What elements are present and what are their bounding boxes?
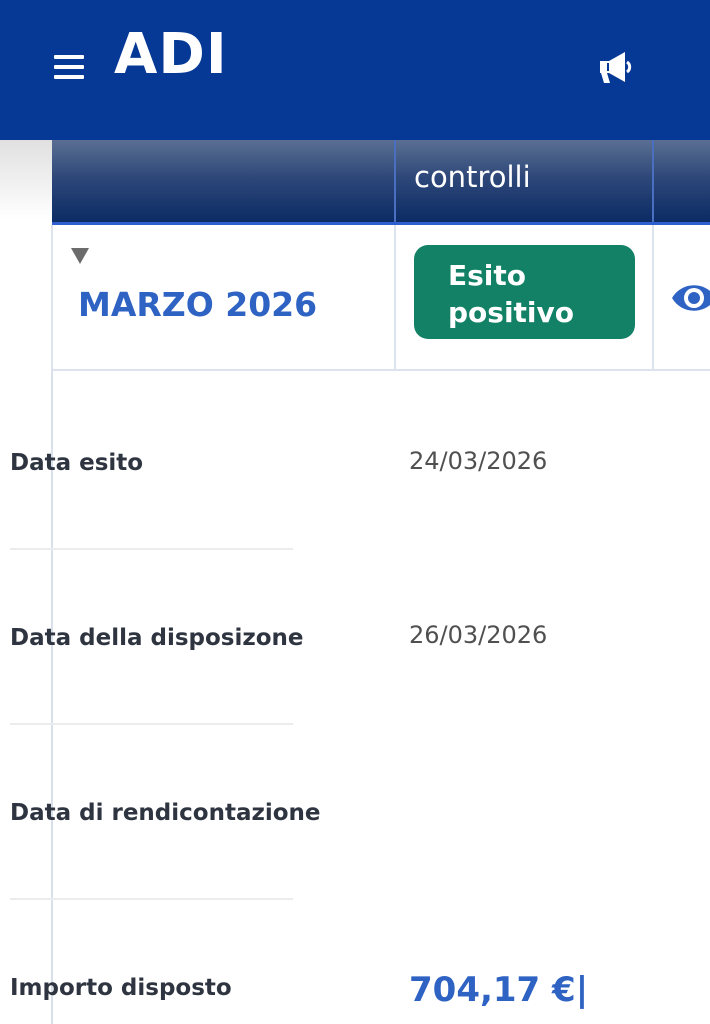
table-left-shadow bbox=[0, 140, 52, 220]
label-data-disposizione: Data della disposizone bbox=[10, 625, 304, 651]
header-column-separator bbox=[652, 140, 654, 224]
row-border bbox=[652, 225, 654, 371]
table-header bbox=[52, 140, 710, 224]
month-label[interactable]: MARZO 2026 bbox=[78, 285, 317, 324]
value-data-disposizione: 26/03/2026 bbox=[409, 621, 548, 649]
detail-divider bbox=[10, 723, 293, 725]
detail-divider bbox=[10, 548, 293, 550]
hamburger-menu-icon[interactable] bbox=[54, 55, 84, 79]
value-data-esito: 24/03/2026 bbox=[409, 447, 548, 475]
detail-divider bbox=[10, 898, 293, 900]
header-bottom-border bbox=[52, 222, 710, 225]
row-bottom-border bbox=[51, 369, 710, 371]
value-importo-disposto: 704,17 €| bbox=[409, 970, 589, 1010]
row-border bbox=[51, 225, 53, 371]
megaphone-icon[interactable] bbox=[596, 50, 636, 84]
label-data-esito: Data esito bbox=[10, 450, 144, 476]
eye-icon[interactable] bbox=[668, 275, 710, 321]
header-column-separator bbox=[394, 140, 396, 224]
caret-down-icon[interactable] bbox=[70, 247, 90, 265]
row-border bbox=[394, 225, 396, 371]
label-importo-disposto: Importo disposto bbox=[10, 975, 232, 1001]
label-data-rendicontazione: Data di rendicontazione bbox=[10, 800, 321, 826]
column-header-controlli: controlli bbox=[414, 160, 531, 194]
status-badge: Esito positivo bbox=[414, 245, 635, 339]
app-title: ADI bbox=[114, 22, 228, 87]
